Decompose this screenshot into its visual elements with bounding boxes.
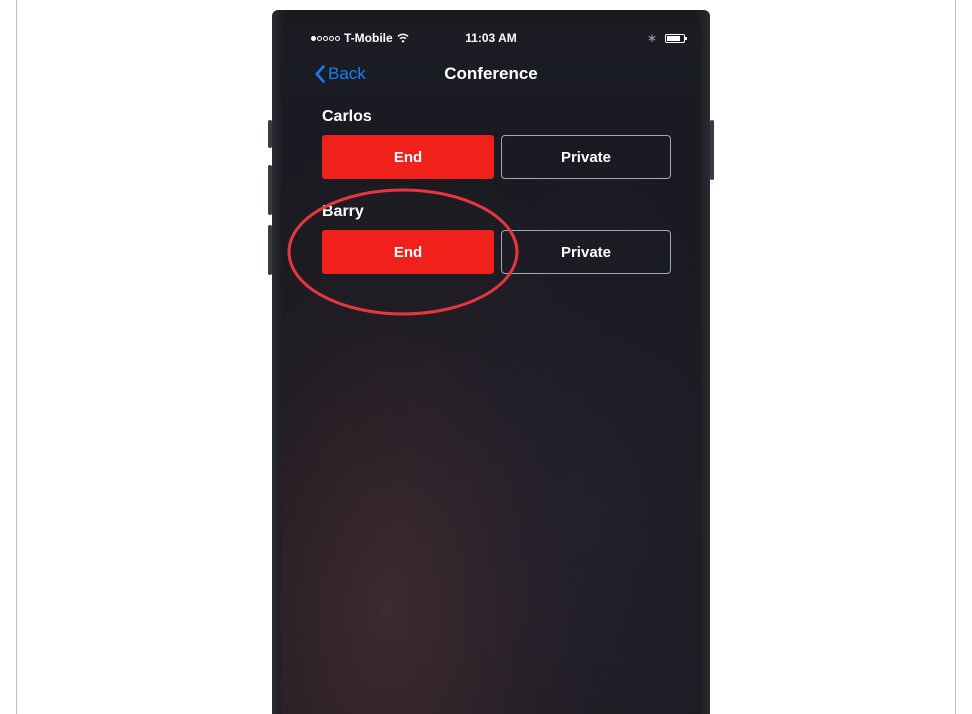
private-button[interactable]: Private [501,135,671,179]
status-time: 11:03 AM [465,31,517,45]
end-call-button[interactable]: End [322,230,494,274]
status-right: ∗ [646,31,687,45]
phone-power-button [710,120,714,180]
participant-name: Barry [322,203,364,220]
participant-actions: End Private [322,230,682,274]
private-button[interactable]: Private [501,230,671,274]
end-call-button[interactable]: End [322,135,494,179]
bluetooth-icon: ∗ [646,31,657,45]
status-bar: T-Mobile 11:03 AM ∗ [281,26,701,48]
page-title: Conference [444,64,538,83]
participant-carlos: Carlos End Private [322,108,682,179]
participant-actions: End Private [322,135,682,179]
phone-device: T-Mobile 11:03 AM ∗ Back Conference Carl… [268,10,714,714]
navigation-bar: Back Conference [281,58,701,92]
battery-icon [665,33,687,43]
phone-screen: T-Mobile 11:03 AM ∗ Back Conference Carl… [281,26,701,714]
phone-side-button-left [268,120,272,148]
phone-volume-up-button [268,165,272,215]
participant-name: Carlos [322,108,372,125]
phone-volume-down-button [268,225,272,275]
participant-barry: Barry End Private [322,203,682,274]
